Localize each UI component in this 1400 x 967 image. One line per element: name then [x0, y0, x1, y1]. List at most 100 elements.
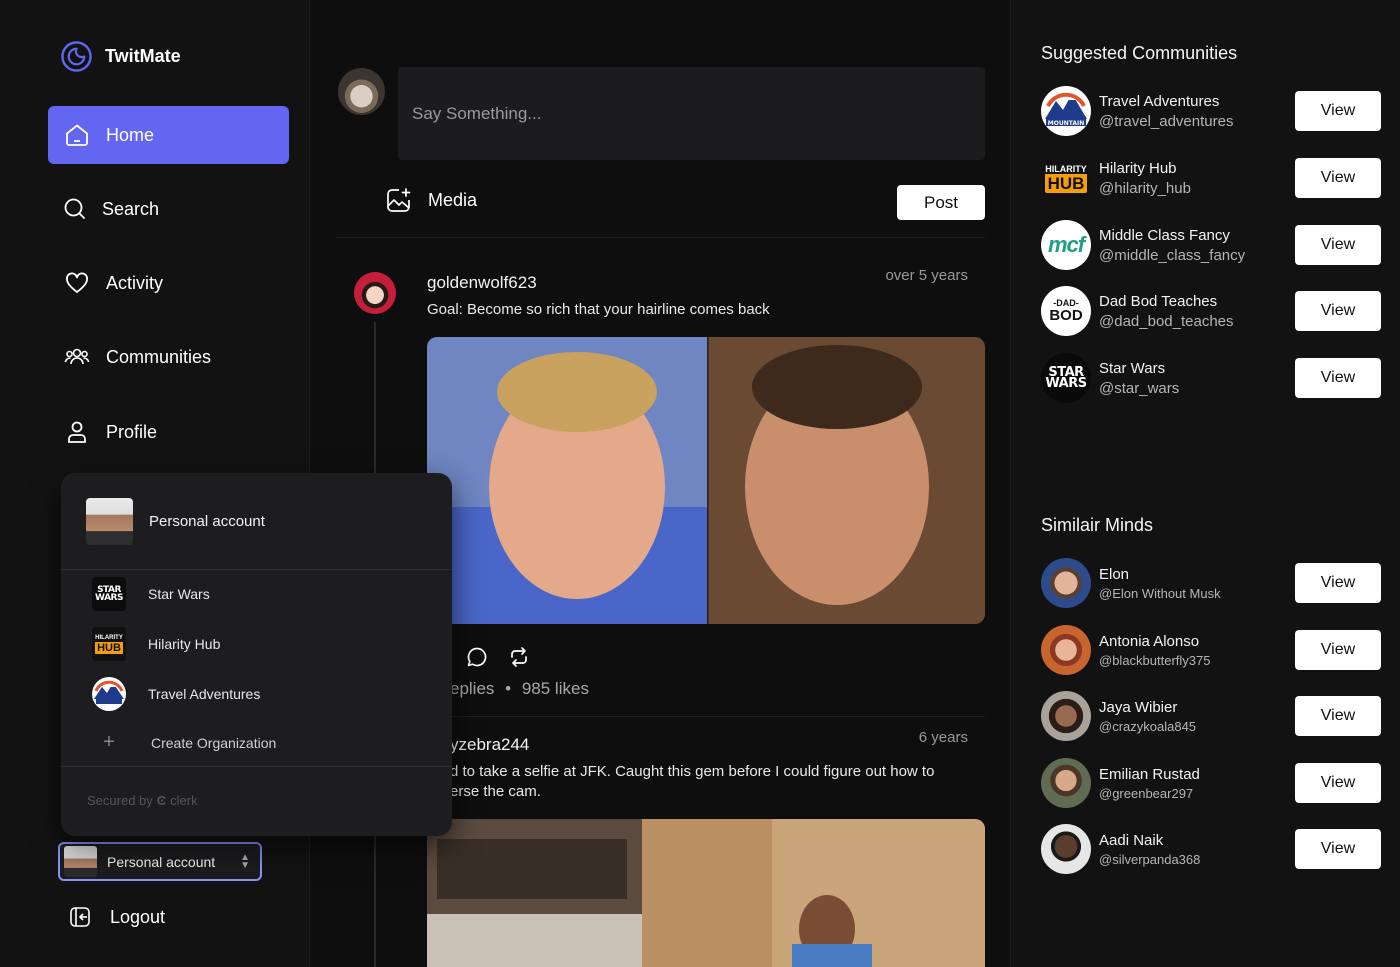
view-button[interactable]: View [1295, 829, 1381, 869]
app-logo[interactable]: TwitMate [60, 40, 181, 73]
user-name[interactable]: Aadi Naik [1099, 832, 1200, 849]
view-button[interactable]: View [1295, 763, 1381, 803]
image-add-icon [387, 188, 411, 212]
nav-activity-label: Activity [106, 272, 164, 293]
divider [61, 569, 452, 570]
org-item-hilarity-hub[interactable]: HILARITY HUB Hilarity Hub [92, 627, 220, 661]
user-row: Elon @Elon Without Musk View [1041, 558, 1381, 608]
view-button[interactable]: View [1295, 358, 1381, 398]
post-photo-airport [427, 819, 985, 967]
hilarity-logo-text: HUB [95, 641, 123, 654]
home-icon [66, 124, 88, 146]
clerk-brand: clerk [170, 793, 198, 808]
user-handle: @greenbear297 [1099, 785, 1194, 801]
post-image[interactable] [427, 819, 985, 967]
post-actions [466, 646, 530, 668]
account-switcher-label: Personal account [107, 853, 216, 870]
post-username[interactable]: yzebra244 [450, 735, 529, 755]
view-button[interactable]: View [1295, 696, 1381, 736]
mountain-logo[interactable]: MOUNTAIN [1041, 86, 1091, 136]
logout-button[interactable]: Logout [68, 905, 165, 929]
community-name[interactable]: Dad Bod Teaches [1099, 293, 1234, 310]
community-handle: @star_wars [1099, 379, 1180, 397]
view-button[interactable]: View [1295, 158, 1381, 198]
post-timestamp: 6 years [918, 729, 968, 746]
account-switcher-button[interactable]: Personal account ▲ ▼ [58, 842, 262, 881]
org-item-star-wars[interactable]: STAR WARS Star Wars [92, 577, 210, 611]
community-name[interactable]: Star Wars [1099, 360, 1179, 377]
user-icon [68, 421, 86, 443]
create-organization-button[interactable]: + Create Organization [101, 731, 276, 754]
nav-profile-label: Profile [106, 421, 158, 442]
user-name[interactable]: Emilian Rustad [1099, 766, 1200, 783]
plus-icon: + [103, 731, 115, 753]
user-name[interactable]: Elon [1099, 566, 1221, 583]
post-text-line: erse the cam. [450, 783, 541, 800]
dad-bod-logo[interactable]: -DAD- BOD [1041, 286, 1091, 336]
post-username[interactable]: goldenwolf623 [427, 273, 537, 293]
users-icon [64, 348, 90, 365]
view-button[interactable]: View [1295, 563, 1381, 603]
user-avatar[interactable] [1041, 558, 1091, 608]
user-avatar[interactable] [1041, 758, 1091, 808]
view-button[interactable]: View [1295, 91, 1381, 131]
logout-icon [70, 907, 90, 927]
view-button[interactable]: View [1295, 225, 1381, 265]
org-personal-account[interactable]: Personal account [86, 498, 265, 545]
star-wars-logo-text: WARS [95, 593, 123, 603]
org-item-travel-adventures[interactable]: Travel Adventures [92, 677, 260, 711]
nav-search[interactable]: Search [48, 180, 289, 238]
hilarity-logo-text: HILARITY [95, 634, 123, 641]
user-avatar[interactable] [1041, 625, 1091, 675]
community-row: MOUNTAIN Travel Adventures @travel_adven… [1041, 86, 1381, 136]
nav-activity[interactable]: Activity [48, 254, 289, 312]
media-button[interactable]: Media [385, 187, 477, 214]
divider [336, 237, 985, 238]
org-item-label: Star Wars [148, 586, 210, 602]
app-name: TwitMate [105, 46, 181, 66]
nav-communities[interactable]: Communities [48, 328, 289, 386]
post-replies[interactable]: eplies [450, 679, 494, 698]
hilarity-logo-text: HUB [1044, 173, 1088, 193]
user-name[interactable]: Antonia Alonso [1099, 633, 1210, 650]
suggested-communities-heading: Suggested Communities [1041, 43, 1238, 63]
heart-icon [66, 272, 88, 293]
repost-icon[interactable] [508, 646, 530, 668]
community-name[interactable]: Hilarity Hub [1099, 160, 1191, 177]
post-timestamp: over 5 years [885, 267, 968, 284]
mcf-logo[interactable]: mcf [1041, 220, 1091, 270]
community-handle: @dad_bod_teaches [1099, 312, 1234, 330]
community-name[interactable]: Travel Adventures [1099, 93, 1233, 110]
clerk-icon: Ͼ [156, 793, 167, 808]
nav-profile[interactable]: Profile [48, 403, 289, 461]
post-image[interactable] [427, 337, 985, 624]
dad-bod-logo-text: BOD [1049, 307, 1083, 324]
divider [450, 716, 985, 717]
personal-avatar [86, 498, 133, 545]
user-avatar[interactable] [1041, 824, 1091, 874]
user-handle: @crazykoala845 [1099, 718, 1197, 734]
mountain-logo-text: MOUNTAIN [1048, 120, 1085, 127]
hilarity-hub-logo: HILARITY HUB [92, 627, 126, 661]
nav-home[interactable]: Home [48, 106, 289, 164]
view-button[interactable]: View [1295, 630, 1381, 670]
user-row: Antonia Alonso @blackbutterfly375 View [1041, 625, 1381, 675]
star-wars-logo[interactable]: STAR WARS [1041, 353, 1091, 403]
post-button[interactable]: Post [897, 185, 985, 220]
community-name[interactable]: Middle Class Fancy [1099, 227, 1245, 244]
hilarity-hub-logo[interactable]: HILARITY HUB [1041, 153, 1091, 203]
personal-avatar [64, 846, 97, 877]
org-personal-label: Personal account [149, 513, 265, 530]
view-button[interactable]: View [1295, 291, 1381, 331]
composer-input[interactable] [398, 67, 985, 160]
user-name[interactable]: Jaya Wibier [1099, 699, 1196, 716]
comment-icon[interactable] [466, 646, 488, 668]
hilarity-logo-text: HILARITY [1045, 163, 1087, 174]
post-author-avatar[interactable] [354, 272, 396, 314]
community-row: STAR WARS Star Wars @star_wars View [1041, 353, 1381, 403]
user-handle: @blackbutterfly375 [1099, 652, 1211, 668]
user-row: Jaya Wibier @crazykoala845 View [1041, 691, 1381, 741]
org-item-label: Travel Adventures [148, 686, 261, 702]
post-text: Goal: Become so rich that your hairline … [427, 301, 770, 318]
user-avatar[interactable] [1041, 691, 1091, 741]
